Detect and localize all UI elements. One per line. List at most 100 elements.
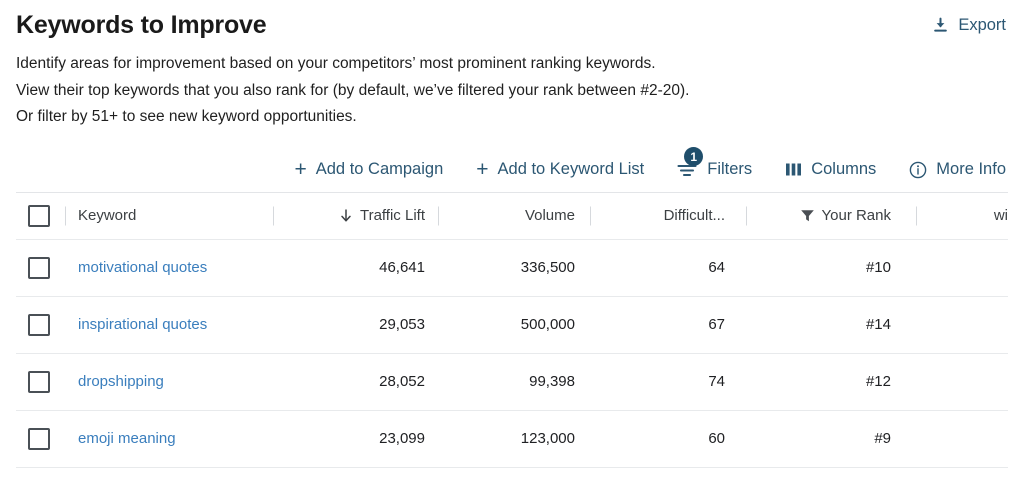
funnel-icon [800,208,815,223]
column-header-your-rank[interactable]: Your Rank [747,193,917,239]
difficulty-value: 67 [708,316,725,333]
cell-volume: 99,398 [439,354,591,410]
column-header-keyword-label: Keyword [78,207,137,224]
cell-difficulty: 74 [591,354,747,410]
column-header-difficulty[interactable]: Difficult... [591,193,747,239]
traffic-lift-value: 23,099 [379,430,425,447]
cell-clipped [917,240,1008,296]
row-checkbox[interactable] [28,256,50,279]
description-line-1: Identify areas for improvement based on … [16,55,656,72]
keyword-link[interactable]: emoji meaning [78,430,176,447]
volume-value: 123,000 [520,430,575,447]
more-info-button[interactable]: More Info [909,160,1006,179]
difficulty-value: 64 [708,259,725,276]
add-to-keyword-list-label: Add to Keyword List [497,160,645,178]
cell-traffic-lift: 29,053 [274,297,439,353]
cell-keyword: inspirational quotes [78,297,274,353]
cell-volume: 500,000 [439,297,591,353]
column-header-volume[interactable]: Volume [439,193,591,239]
cell-keyword: motivational quotes [78,240,274,296]
description-line-2: View their top keywords that you also ra… [16,81,690,99]
cell-clipped [917,411,1008,467]
volume-value: 99,398 [529,373,575,390]
cell-your-rank: #12 [747,354,917,410]
description-line-3: Or filter by 51+ to see new keyword oppo… [16,108,357,125]
your-rank-value: #10 [865,259,891,276]
header: Keywords to Improve Export [16,0,1008,40]
column-header-traffic-lift[interactable]: Traffic Lift [274,193,439,239]
cell-volume: 336,500 [439,240,591,296]
plus-icon: + [294,158,307,181]
column-header-keyword[interactable]: Keyword [78,193,274,239]
panel-description: Identify areas for improvement based on … [16,51,1008,131]
row-checkbox[interactable] [28,427,50,450]
table-row[interactable]: dropshipping 28,052 99,398 74 #12 [16,354,1008,411]
cell-traffic-lift: 46,641 [274,240,439,296]
cell-your-rank: #9 [747,411,917,467]
keyword-link[interactable]: motivational quotes [78,259,207,276]
cell-volume: 123,000 [439,411,591,467]
column-header-traffic-lift-label: Traffic Lift [359,207,425,224]
row-select-cell [16,240,78,296]
columns-label: Columns [811,160,877,178]
volume-value: 500,000 [520,316,575,333]
download-icon [932,17,949,34]
select-all-cell [16,193,78,239]
difficulty-value: 74 [708,373,725,390]
cell-difficulty: 67 [591,297,747,353]
page-title: Keywords to Improve [16,11,267,39]
plus-icon: + [476,158,489,181]
add-to-campaign-label: Add to Campaign [315,160,444,178]
cell-difficulty: 64 [591,240,747,296]
table-toolbar: + Add to Campaign + Add to Keyword List … [16,147,1008,190]
traffic-lift-value: 28,052 [379,373,425,390]
column-header-clipped[interactable]: wi [917,193,1008,239]
add-to-keyword-list-button[interactable]: + Add to Keyword List [476,159,644,180]
info-circle-icon [909,161,927,179]
keywords-to-improve-panel: Keywords to Improve Export Identify area… [0,0,1024,501]
keyword-link[interactable]: dropshipping [78,373,164,390]
arrow-down-icon [339,208,353,223]
cell-your-rank: #10 [747,240,917,296]
your-rank-value: #9 [874,430,891,447]
keyword-link[interactable]: inspirational quotes [78,316,207,333]
difficulty-value: 60 [708,430,725,447]
cell-traffic-lift: 23,099 [274,411,439,467]
column-header-volume-label: Volume [524,207,575,224]
cell-difficulty: 60 [591,411,747,467]
row-checkbox[interactable] [28,370,50,393]
column-header-your-rank-label: Your Rank [821,207,892,224]
table-header-row: Keyword Traffic Lift Volume Difficult...… [16,193,1008,240]
column-header-clipped-label: wi [993,207,1008,224]
filters-label: Filters [707,160,753,178]
export-button[interactable]: Export [932,10,1008,35]
export-label: Export [958,16,1006,34]
select-all-checkbox[interactable] [28,204,50,227]
your-rank-value: #14 [865,316,891,333]
add-to-campaign-button[interactable]: + Add to Campaign [294,159,443,180]
filters-button[interactable]: 1 Filters [677,147,753,179]
column-header-difficulty-label: Difficult... [663,207,725,224]
cell-traffic-lift: 28,052 [274,354,439,410]
row-select-cell [16,297,78,353]
traffic-lift-value: 29,053 [379,316,425,333]
traffic-lift-value: 46,641 [379,259,425,276]
keywords-table: Keyword Traffic Lift Volume Difficult...… [16,191,1008,468]
table-row[interactable]: motivational quotes 46,641 336,500 64 #1… [16,240,1008,297]
cell-keyword: dropshipping [78,354,274,410]
row-select-cell [16,411,78,467]
columns-icon [785,162,802,177]
columns-button[interactable]: Columns [785,160,876,179]
table-row[interactable]: inspirational quotes 29,053 500,000 67 #… [16,297,1008,354]
cell-clipped [917,297,1008,353]
your-rank-value: #12 [865,373,891,390]
cell-clipped [917,354,1008,410]
cell-your-rank: #14 [747,297,917,353]
row-checkbox[interactable] [28,313,50,336]
filters-count-badge: 1 [684,147,704,166]
row-select-cell [16,354,78,410]
more-info-label: More Info [936,160,1006,178]
volume-value: 336,500 [520,259,575,276]
filter-lines-icon: 1 [677,147,704,179]
table-row[interactable]: emoji meaning 23,099 123,000 60 #9 [16,411,1008,468]
